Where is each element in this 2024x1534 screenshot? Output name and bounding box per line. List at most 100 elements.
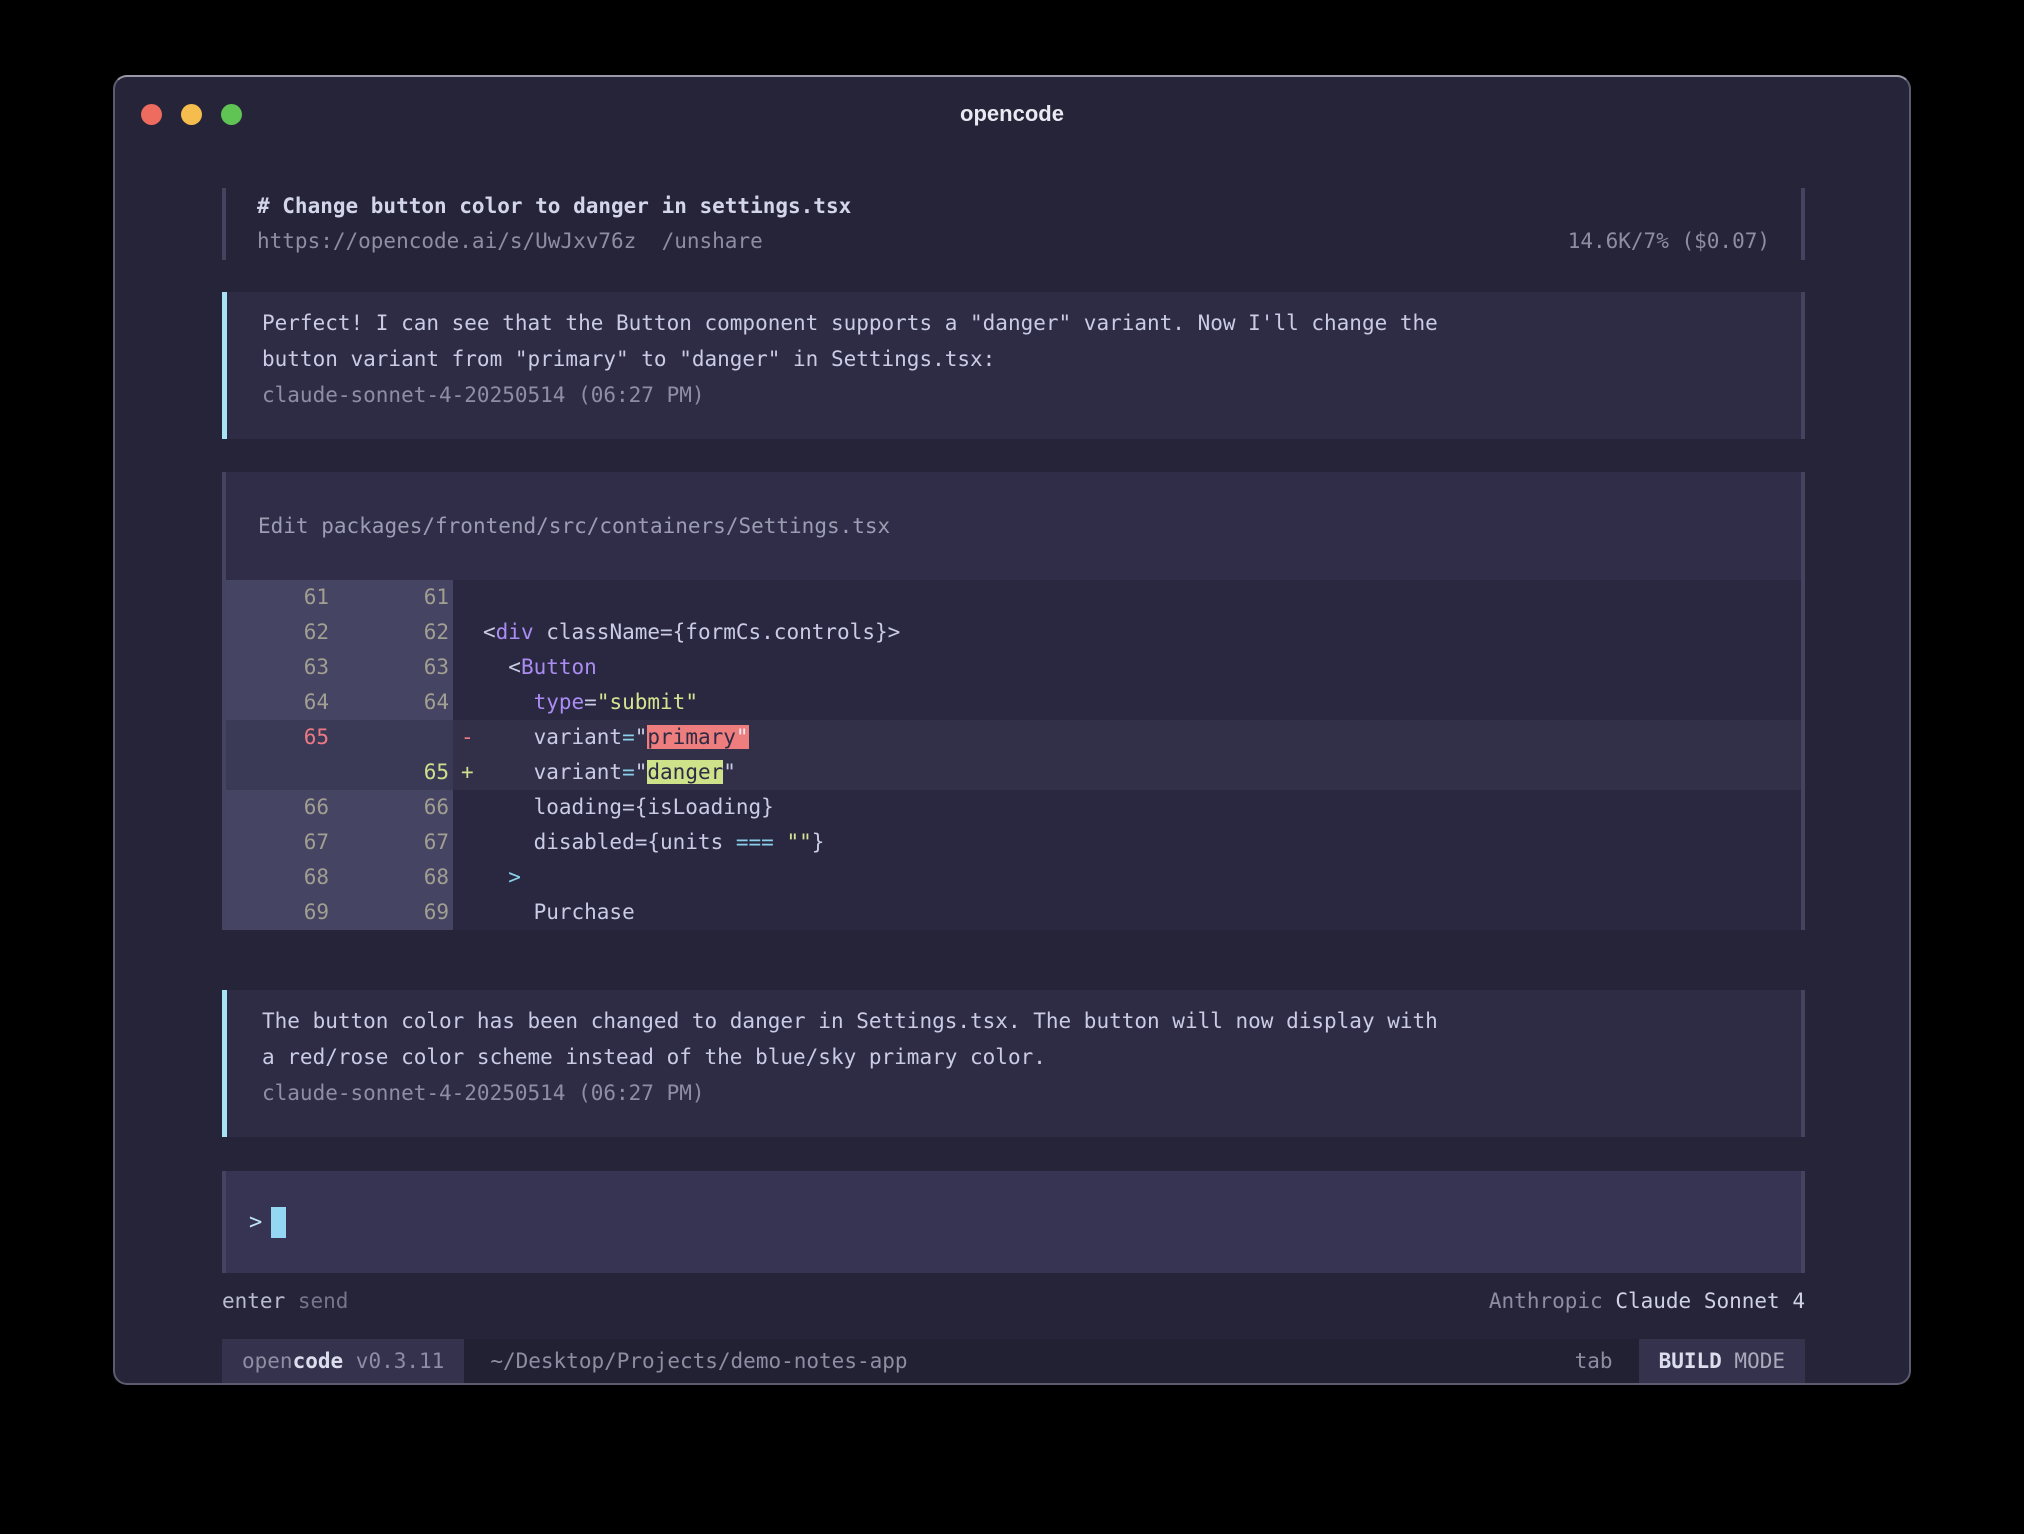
diff-change-marker <box>453 615 483 650</box>
diff-code-line: Purchase <box>483 895 1801 930</box>
diff-line-numbers: 6363 <box>226 650 453 685</box>
unshare-command: /unshare <box>662 229 763 253</box>
new-line-number: 69 <box>337 895 453 930</box>
old-line-number: 62 <box>226 615 337 650</box>
footer-hints: enter send Anthropic Claude Sonnet 4 <box>222 1285 1805 1317</box>
message-model-meta: claude-sonnet-4-20250514 (06:27 PM) <box>262 1075 1801 1111</box>
edit-tool-call: Edit packages/frontend/src/containers/Se… <box>222 472 1805 930</box>
diff-row: 65 - variant="primary" <box>226 720 1801 755</box>
diff-change-marker <box>453 790 483 825</box>
title-bar: opencode <box>115 77 1909 151</box>
app-name-bold: code <box>293 1349 344 1373</box>
mode-name-normal: MODE <box>1722 1349 1785 1373</box>
assistant-message: Perfect! I can see that the Button compo… <box>222 292 1805 439</box>
app-version: v0.3.11 <box>343 1349 444 1373</box>
working-directory: ~/Desktop/Projects/demo-notes-app <box>490 1339 907 1383</box>
share-url[interactable]: https://opencode.ai/s/UwJxv76z <box>257 229 636 253</box>
app-name-normal: open <box>242 1349 293 1373</box>
new-line-number: 65 <box>337 755 453 790</box>
diff-row: 6464 type="submit" <box>226 685 1801 720</box>
old-line-number: 64 <box>226 685 337 720</box>
tool-file-path: packages/frontend/src/containers/Setting… <box>321 514 890 538</box>
diff-row: 6868 > <box>226 860 1801 895</box>
edit-tool-header: Edit packages/frontend/src/containers/Se… <box>226 472 1801 580</box>
session-title: # Change button color to danger in setti… <box>257 189 1770 224</box>
diff-change-marker: - <box>453 720 483 755</box>
share-url-line: https://opencode.ai/s/UwJxv76z /unshare <box>257 224 763 259</box>
assistant-message: The button color has been changed to dan… <box>222 990 1805 1137</box>
diff-code-line <box>483 580 1801 615</box>
opencode-terminal-window: opencode # Change button color to danger… <box>113 75 1911 1385</box>
diff-change-marker: + <box>453 755 483 790</box>
new-line-number: 64 <box>337 685 453 720</box>
diff-change-marker <box>453 895 483 930</box>
diff-line-numbers: 6262 <box>226 615 453 650</box>
old-line-number: 67 <box>226 825 337 860</box>
prompt-symbol: > <box>249 1210 262 1235</box>
mode-segment: BUILD MODE <box>1639 1339 1805 1383</box>
model-indicator: Anthropic Claude Sonnet 4 <box>1489 1285 1805 1317</box>
model-name: Claude Sonnet 4 <box>1615 1289 1805 1313</box>
new-line-number: 66 <box>337 790 453 825</box>
session-content: # Change button color to danger in setti… <box>115 151 1909 1383</box>
diff-line-numbers: 65 <box>226 755 453 790</box>
diff-row: 6262 <div className={formCs.controls}> <box>226 615 1801 650</box>
enter-key-hint: enter <box>222 1289 285 1313</box>
new-line-number <box>337 720 453 755</box>
window-title: opencode <box>960 101 1064 127</box>
close-button[interactable] <box>141 104 162 125</box>
new-line-number: 61 <box>337 580 453 615</box>
new-line-number: 68 <box>337 860 453 895</box>
zoom-button[interactable] <box>221 104 242 125</box>
diff-row: 6666 loading={isLoading} <box>226 790 1801 825</box>
provider-name: Anthropic <box>1489 1289 1603 1313</box>
diff-line-numbers: 65 <box>226 720 453 755</box>
diff-code-line: disabled={units === ""} <box>483 825 1801 860</box>
diff-row: 6969 Purchase <box>226 895 1801 930</box>
diff-row: 6161 <box>226 580 1801 615</box>
diff-line-numbers: 6161 <box>226 580 453 615</box>
diff-code-line: > <box>483 860 1801 895</box>
diff-code-line: <Button <box>483 650 1801 685</box>
diff-line-numbers: 6868 <box>226 860 453 895</box>
diff-change-marker <box>453 825 483 860</box>
diff-code-line: loading={isLoading} <box>483 790 1801 825</box>
send-hint: enter send <box>222 1285 348 1317</box>
prompt-input[interactable]: > <box>222 1171 1805 1273</box>
old-line-number: 63 <box>226 650 337 685</box>
new-line-number: 62 <box>337 615 453 650</box>
message-text-line: Perfect! I can see that the Button compo… <box>262 305 1801 341</box>
diff-change-marker <box>453 860 483 895</box>
old-line-number: 61 <box>226 580 337 615</box>
message-model-meta: claude-sonnet-4-20250514 (06:27 PM) <box>262 377 1801 413</box>
app-version-segment: opencode v0.3.11 <box>222 1339 464 1383</box>
diff-change-marker <box>453 685 483 720</box>
status-bar: opencode v0.3.11 ~/Desktop/Projects/demo… <box>222 1339 1805 1383</box>
old-line-number: 69 <box>226 895 337 930</box>
send-action-label: send <box>298 1289 349 1313</box>
minimize-button[interactable] <box>181 104 202 125</box>
diff-row: 6767 disabled={units === ""} <box>226 825 1801 860</box>
session-header: # Change button color to danger in setti… <box>222 188 1805 260</box>
new-line-number: 63 <box>337 650 453 685</box>
old-line-number: 68 <box>226 860 337 895</box>
message-text-line: a red/rose color scheme instead of the b… <box>262 1039 1801 1075</box>
diff-change-marker <box>453 650 483 685</box>
text-cursor <box>271 1207 286 1238</box>
diff-row: 65+ variant="danger" <box>226 755 1801 790</box>
diff-code-line: variant="danger" <box>483 755 1801 790</box>
diff-line-numbers: 6767 <box>226 825 453 860</box>
diff-code-line: type="submit" <box>483 685 1801 720</box>
diff-line-numbers: 6666 <box>226 790 453 825</box>
old-line-number: 66 <box>226 790 337 825</box>
diff-line-numbers: 6969 <box>226 895 453 930</box>
diff-code-line: <div className={formCs.controls}> <box>483 615 1801 650</box>
old-line-number <box>226 755 337 790</box>
diff-line-numbers: 6464 <box>226 685 453 720</box>
context-usage: 14.6K/7% ($0.07) <box>1568 224 1770 259</box>
old-line-number: 65 <box>226 720 337 755</box>
tool-action: Edit <box>258 514 309 538</box>
diff-code-line: variant="primary" <box>483 720 1801 755</box>
message-text-line: button variant from "primary" to "danger… <box>262 341 1801 377</box>
diff-change-marker <box>453 580 483 615</box>
